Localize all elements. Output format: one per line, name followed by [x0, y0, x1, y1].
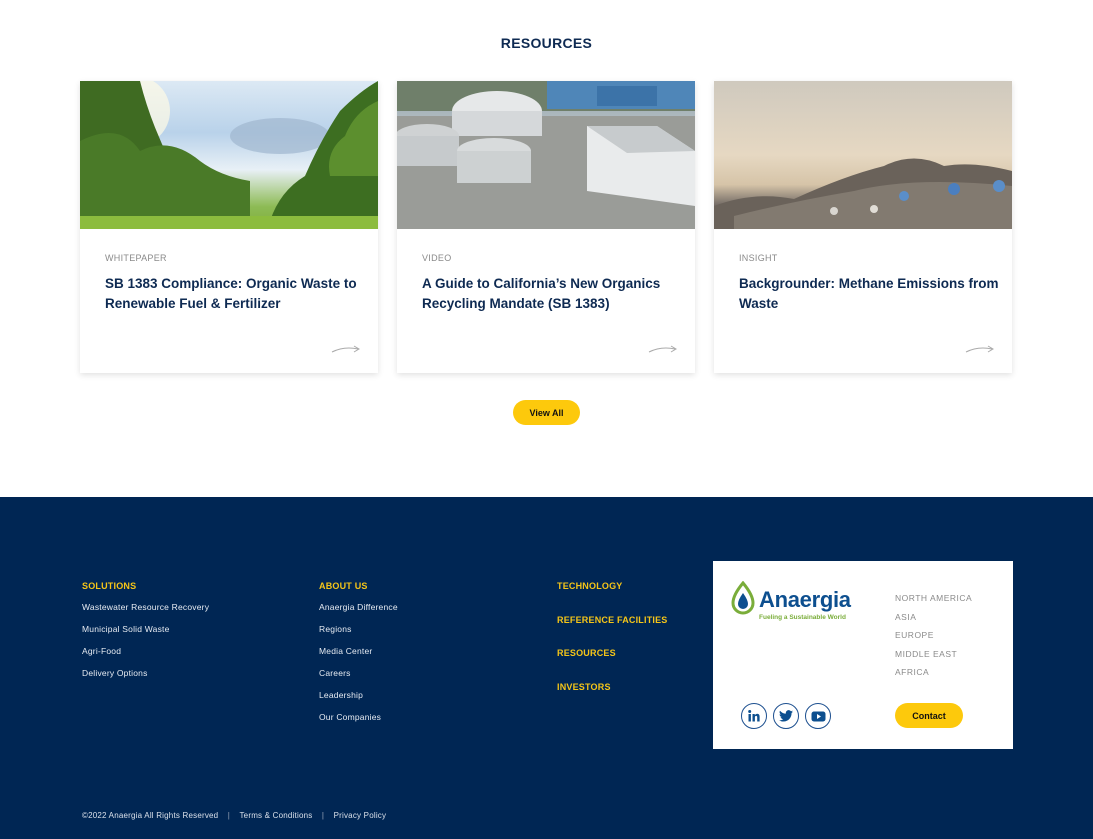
footer-link[interactable]: Municipal Solid Waste — [82, 624, 209, 634]
resource-type: WHITEPAPER — [105, 253, 167, 263]
privacy-link[interactable]: Privacy Policy — [334, 811, 387, 820]
resource-title[interactable]: A Guide to California’s New Organics Rec… — [422, 274, 682, 313]
footer-link[interactable]: Agri-Food — [82, 646, 209, 656]
resource-card[interactable]: INSIGHT Backgrounder: Methane Emissions … — [714, 81, 1012, 373]
copyright-text: ©2022 Anaergia All Rights Reserved — [82, 811, 219, 820]
biogas-plant-aerial-photo — [397, 81, 695, 229]
arrow-right-icon[interactable] — [964, 343, 996, 355]
footer-link[interactable]: Anaergia Difference — [319, 602, 398, 612]
section-title: RESOURCES — [500, 35, 593, 51]
footer-about-column: ABOUT US Anaergia Difference Regions Med… — [319, 581, 398, 734]
resource-card[interactable]: WHITEPAPER SB 1383 Compliance: Organic W… — [80, 81, 378, 373]
separator: | — [321, 811, 325, 820]
social-links — [741, 703, 831, 729]
footer-link[interactable]: Wastewater Resource Recovery — [82, 602, 209, 612]
anaergia-logo[interactable]: Anaergia Fueling a Sustainable World — [729, 581, 859, 623]
region-link[interactable]: EUROPE — [895, 630, 972, 640]
resource-type: VIDEO — [422, 253, 452, 263]
footer-heading-technology[interactable]: TECHNOLOGY — [557, 581, 623, 591]
footer-link[interactable]: Regions — [319, 624, 398, 634]
youtube-icon — [811, 711, 825, 721]
region-link[interactable]: MIDDLE EAST — [895, 649, 972, 659]
resource-type: INSIGHT — [739, 253, 778, 263]
terms-link[interactable]: Terms & Conditions — [239, 811, 312, 820]
footer-solutions-column: SOLUTIONS Wastewater Resource Recovery M… — [82, 581, 209, 690]
landfill-waste-pile-photo — [714, 81, 1012, 229]
region-link[interactable]: ASIA — [895, 612, 972, 622]
separator: | — [227, 811, 231, 820]
region-link[interactable]: AFRICA — [895, 667, 972, 677]
brand-panel: Anaergia Fueling a Sustainable World NOR… — [713, 561, 1013, 749]
legal-bar: ©2022 Anaergia All Rights Reserved | Ter… — [82, 811, 386, 820]
biogas-plant-illustration — [397, 81, 695, 229]
arrow-right-icon[interactable] — [647, 343, 679, 355]
footer-link[interactable]: Careers — [319, 668, 398, 678]
brand-name: Anaergia — [759, 587, 851, 612]
arrow-right-icon[interactable] — [330, 343, 362, 355]
linkedin-button[interactable] — [741, 703, 767, 729]
footer-heading-solutions[interactable]: SOLUTIONS — [82, 581, 209, 591]
park-trees-photo — [80, 81, 378, 229]
footer-heading-about[interactable]: ABOUT US — [319, 581, 398, 591]
landfill-illustration — [714, 158, 1012, 229]
twitter-icon — [779, 710, 793, 722]
contact-button[interactable]: Contact — [895, 703, 963, 728]
park-trees-illustration — [80, 81, 378, 229]
region-link[interactable]: NORTH AMERICA — [895, 593, 972, 603]
footer-heading-reference-facilities[interactable]: REFERENCE FACILITIES — [557, 615, 668, 625]
footer-heading-investors[interactable]: INVESTORS — [557, 682, 611, 692]
view-all-button[interactable]: View All — [513, 400, 580, 425]
footer-link[interactable]: Leadership — [319, 690, 398, 700]
footer-link[interactable]: Our Companies — [319, 712, 398, 722]
resources-section: RESOURCES WHITEPAPER SB 1383 Compliance:… — [0, 0, 1093, 497]
brand-tagline: Fueling a Sustainable World — [759, 614, 846, 621]
footer-link[interactable]: Media Center — [319, 646, 398, 656]
twitter-button[interactable] — [773, 703, 799, 729]
youtube-button[interactable] — [805, 703, 831, 729]
site-footer: SOLUTIONS Wastewater Resource Recovery M… — [0, 497, 1093, 839]
resource-card[interactable]: VIDEO A Guide to California’s New Organi… — [397, 81, 695, 373]
resource-title[interactable]: Backgrounder: Methane Emissions from Was… — [739, 274, 999, 313]
footer-heading-resources[interactable]: RESOURCES — [557, 648, 616, 658]
resource-title[interactable]: SB 1383 Compliance: Organic Waste to Ren… — [105, 274, 365, 313]
region-list: NORTH AMERICA ASIA EUROPE MIDDLE EAST AF… — [895, 593, 972, 686]
linkedin-icon — [748, 710, 760, 722]
flame-drop-icon — [731, 581, 755, 615]
footer-standalone-column: TECHNOLOGY REFERENCE FACILITIES RESOURCE… — [557, 581, 697, 701]
footer-link[interactable]: Delivery Options — [82, 668, 209, 678]
